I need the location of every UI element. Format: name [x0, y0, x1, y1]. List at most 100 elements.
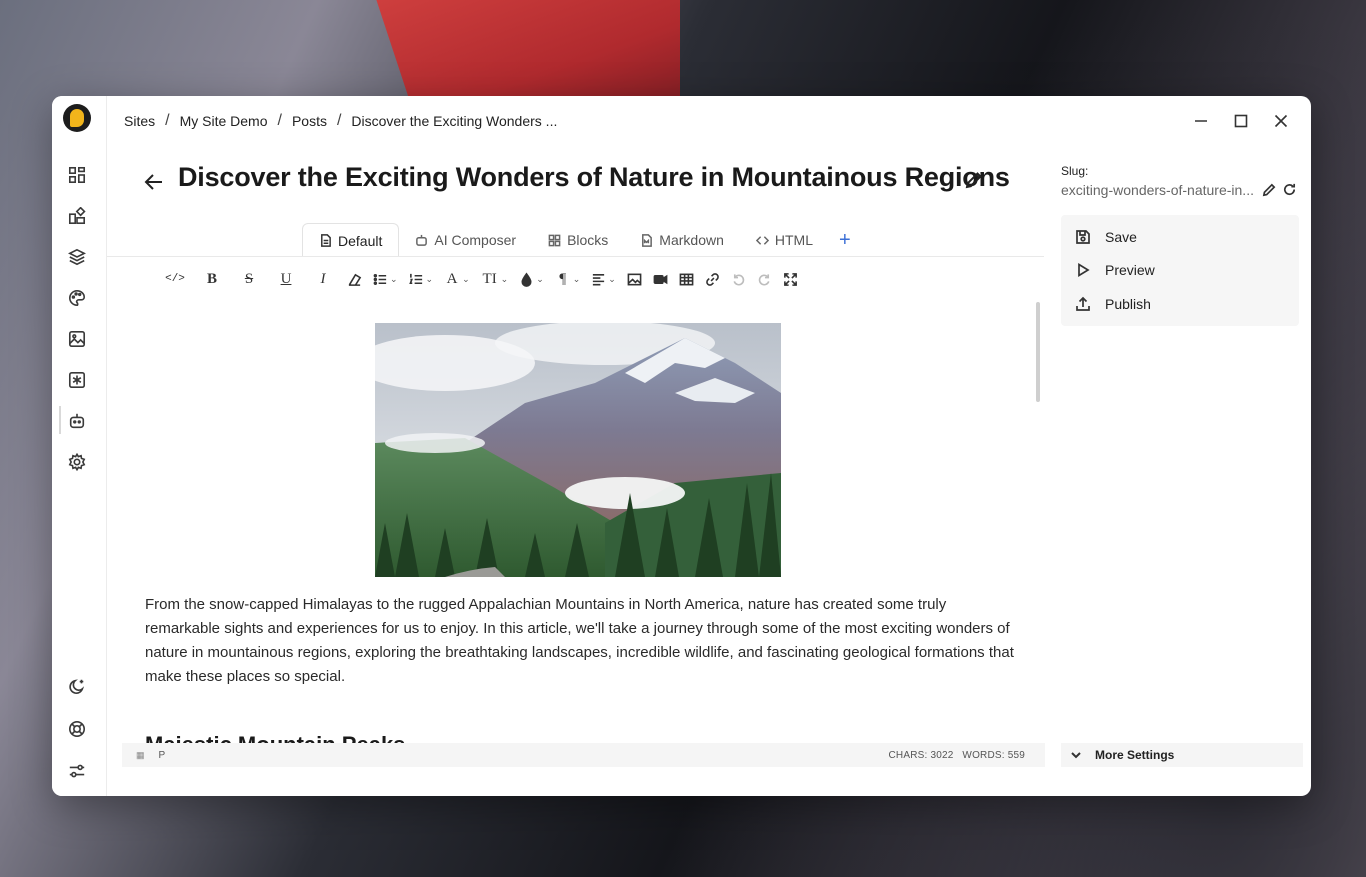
robot-icon[interactable] [66, 410, 88, 432]
close-icon [1274, 114, 1288, 128]
regenerate-slug-button[interactable] [1282, 182, 1298, 198]
edit-title-button[interactable] [964, 170, 986, 192]
insert-table-button[interactable] [679, 267, 694, 291]
strikethrough-button[interactable]: S [236, 267, 262, 291]
strike-glyph: S [244, 270, 254, 287]
font-color-button[interactable]: A ⌄ [444, 267, 470, 291]
align-button[interactable]: ⌄ [591, 267, 616, 291]
chevron-down-icon: ⌄ [425, 273, 434, 284]
dark-mode-icon[interactable] [66, 676, 88, 698]
help-lifebuoy-icon[interactable] [66, 718, 88, 740]
expand-icon [783, 272, 797, 286]
layers-icon[interactable] [66, 246, 88, 268]
save-label: Save [1105, 229, 1137, 245]
bullet-list-button[interactable]: ⌄ [373, 267, 398, 291]
tab-default[interactable]: Default [302, 223, 400, 257]
bold-button[interactable]: B [199, 267, 225, 291]
clear-format-button[interactable] [347, 267, 362, 291]
editor-scrollbar[interactable] [1036, 302, 1040, 402]
undo-button[interactable] [731, 267, 746, 291]
breadcrumb-site[interactable]: My Site Demo [180, 113, 268, 129]
maximize-icon [1234, 114, 1248, 128]
mountain-landscape-picture [375, 323, 781, 577]
word-count: CHARS: 3022 WORDS: 559 [888, 749, 1025, 761]
italic-button[interactable]: I [310, 267, 336, 291]
insert-link-button[interactable] [705, 267, 720, 291]
asterisk-box-icon[interactable] [66, 369, 88, 391]
eraser-icon [348, 273, 362, 286]
media-icon[interactable] [66, 328, 88, 350]
text-size-glyph: TI [482, 270, 497, 287]
preview-button[interactable]: Preview [1075, 260, 1155, 280]
fullscreen-button[interactable] [783, 267, 798, 291]
tab-label: Blocks [567, 232, 609, 248]
mountain-image[interactable] [375, 323, 781, 577]
bold-glyph: B [206, 270, 217, 287]
robot-icon [416, 234, 428, 246]
chevron-down-icon [1071, 752, 1081, 759]
dashboard-icon[interactable] [66, 164, 88, 186]
tab-ai-composer[interactable]: AI Composer [399, 223, 532, 257]
video-camera-icon [653, 274, 668, 284]
tabs-divider [107, 256, 1044, 257]
breadcrumb-posts[interactable]: Posts [292, 113, 327, 129]
numbered-list-button[interactable]: ⌄ [408, 267, 434, 291]
preview-label: Preview [1105, 262, 1155, 278]
minimize-button[interactable] [1190, 110, 1212, 132]
paragraph-format-button[interactable]: ¶ ⌄ [555, 267, 581, 291]
breadcrumb-sites[interactable]: Sites [124, 113, 155, 129]
settings-gear-icon[interactable] [66, 451, 88, 473]
logo-mark [70, 109, 84, 127]
droplet-icon [521, 272, 532, 287]
tab-blocks[interactable]: Blocks [532, 223, 624, 257]
code-glyph: </> [165, 273, 185, 285]
redo-icon [758, 273, 770, 285]
upload-icon [1076, 296, 1090, 311]
app-window: Sites / My Site Demo / Posts / Discover … [52, 96, 1311, 796]
back-button[interactable] [142, 170, 166, 194]
sidebar-rail [52, 96, 107, 796]
close-button[interactable] [1270, 110, 1292, 132]
breadcrumb-current-post: Discover the Exciting Wonders ... [351, 113, 558, 129]
highlight-color-button[interactable]: ⌄ [519, 267, 544, 291]
intro-paragraph[interactable]: From the snow-capped Himalayas to the ru… [145, 593, 1015, 689]
editor-toolbar: </> B S U I ⌄ ⌄ A ⌄ TI ⌄ ⌄ ¶ ⌄ ⌄ [162, 267, 809, 291]
app-logo[interactable] [63, 104, 91, 132]
chevron-down-icon: ⌄ [608, 273, 616, 284]
redo-button[interactable] [757, 267, 772, 291]
tab-label: Markdown [659, 232, 724, 248]
tab-html[interactable]: HTML [740, 223, 829, 257]
chevron-down-icon: ⌄ [536, 273, 544, 284]
underline-glyph: U [280, 270, 292, 287]
post-actions-panel: Save Preview Publish [1061, 215, 1299, 326]
slug-value: exciting-wonders-of-nature-in... [1061, 182, 1254, 198]
more-settings-toggle[interactable]: More Settings [1061, 743, 1303, 767]
editor-status-bar: ▦ P CHARS: 3022 WORDS: 559 [122, 743, 1045, 767]
code-icon [755, 235, 769, 245]
edit-slug-button[interactable] [1262, 182, 1278, 198]
blocks-icon [548, 234, 561, 246]
sites-icon[interactable] [66, 205, 88, 227]
table-icon [679, 273, 694, 285]
source-code-button[interactable]: </> [162, 267, 188, 291]
chevron-down-icon: ⌄ [572, 273, 581, 284]
post-title: Discover the Exciting Wonders of Nature … [178, 162, 1010, 192]
slug-label: Slug: [1061, 164, 1089, 178]
publish-button[interactable]: Publish [1075, 294, 1151, 314]
breadcrumb: Sites / My Site Demo / Posts / Discover … [124, 112, 557, 130]
chevron-down-icon: ⌄ [500, 273, 509, 284]
save-button[interactable]: Save [1075, 227, 1137, 247]
add-tab-button[interactable]: + [829, 223, 861, 257]
insert-image-button[interactable] [627, 267, 642, 291]
palette-icon[interactable] [66, 287, 88, 309]
preferences-sliders-icon[interactable] [66, 760, 88, 782]
breadcrumb-separator: / [277, 112, 282, 129]
tab-markdown[interactable]: Markdown [624, 223, 740, 257]
refresh-icon [1284, 183, 1296, 196]
insert-video-button[interactable] [653, 267, 668, 291]
text-size-button[interactable]: TI ⌄ [481, 267, 509, 291]
numbered-list-icon [408, 273, 422, 284]
underline-button[interactable]: U [273, 267, 299, 291]
maximize-button[interactable] [1230, 110, 1252, 132]
resize-grip-icon[interactable]: ▦ [136, 750, 145, 761]
